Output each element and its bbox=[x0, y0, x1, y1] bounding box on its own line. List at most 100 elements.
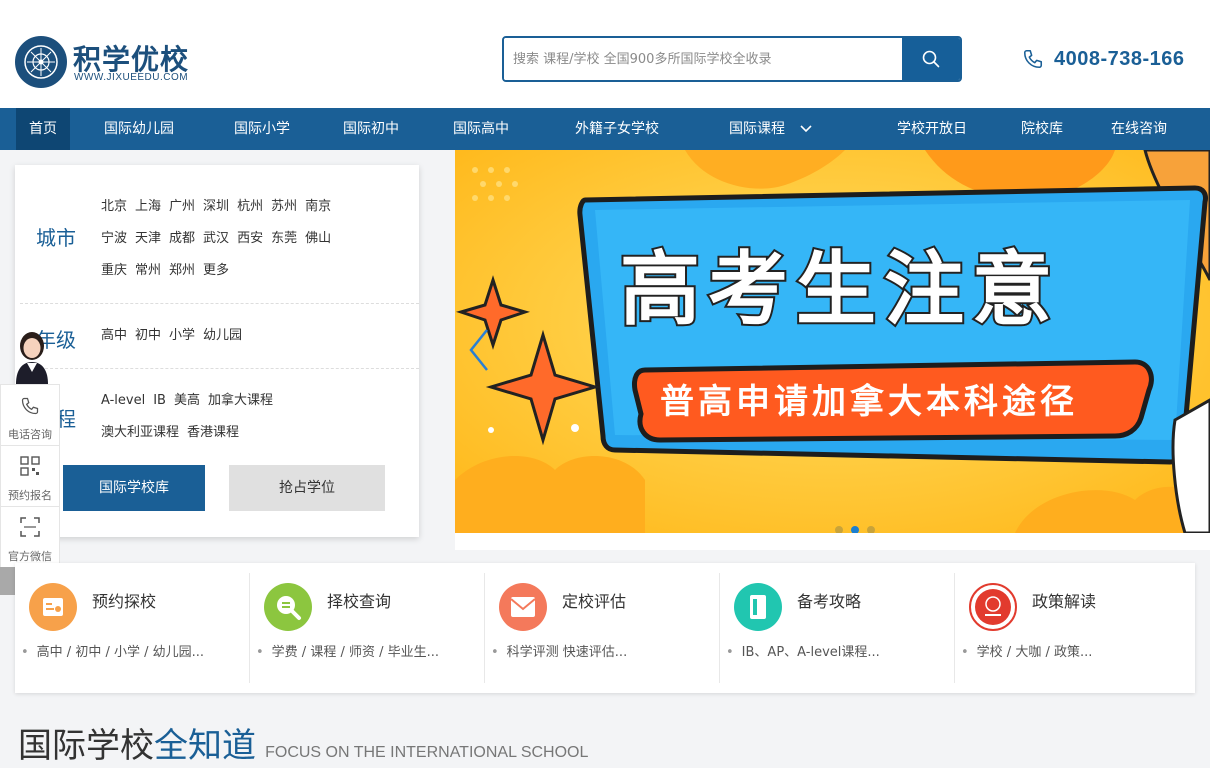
service-cards: 预约探校 高中 / 初中 / 小学 / 幼儿园... 择校查询 学费 / 课程 … bbox=[15, 563, 1195, 693]
city-link[interactable]: 郑州 bbox=[169, 263, 195, 278]
city-link[interactable]: 成都 bbox=[169, 231, 195, 246]
float-label: 预约报名 bbox=[8, 489, 52, 502]
course-link[interactable]: IB bbox=[153, 393, 166, 408]
course-link[interactable]: 美高 bbox=[174, 393, 200, 408]
service-card-query[interactable]: 择校查询 学费 / 课程 / 师资 / 毕业生... bbox=[250, 573, 485, 683]
city-link[interactable]: 南京 bbox=[305, 199, 331, 214]
reserve-seat-button[interactable]: 抢占学位 bbox=[229, 465, 385, 511]
course-link[interactable]: A-level bbox=[101, 393, 145, 408]
grade-links: 高中 初中 小学 幼儿园 bbox=[101, 320, 401, 352]
filter-panel: 城市 北京 上海 广州 深圳 杭州 苏州 南京 宁波 天津 成都 武汉 西安 东莞 佛山 重庆 常州 郑州更… bbox=[15, 165, 419, 537]
city-link[interactable]: 苏州 bbox=[271, 199, 297, 214]
qrcode-icon bbox=[20, 456, 40, 476]
logo-url: WWW.JIXUEEDU.COM bbox=[74, 72, 189, 83]
logo[interactable]: 积学优校 WWW.JIXUEEDU.COM bbox=[15, 36, 195, 88]
city-link[interactable]: 上海 bbox=[135, 199, 161, 214]
grade-link[interactable]: 高中 bbox=[101, 328, 127, 343]
main-nav: 首页 国际幼儿园 国际小学 国际初中 国际高中 外籍子女学校 国际课程 学校开放… bbox=[0, 108, 1210, 150]
nav-item-online-consult[interactable]: 在线咨询 bbox=[1103, 108, 1175, 150]
service-card-policy[interactable]: 政策解读 学校 / 大咖 / 政策... bbox=[955, 573, 1190, 683]
city-link[interactable]: 东莞 bbox=[271, 231, 297, 246]
search-input[interactable] bbox=[504, 38, 904, 80]
course-link[interactable]: 香港课程 bbox=[187, 425, 239, 440]
header: 积学优校 WWW.JIXUEEDU.COM 4008-738-166 bbox=[0, 0, 1210, 108]
city-link[interactable]: 西安 bbox=[237, 231, 263, 246]
nav-item-school-library[interactable]: 院校库 bbox=[1012, 108, 1072, 150]
banner-subtitle: 普高申请加拿大本科途径 bbox=[660, 382, 1078, 422]
service-title: 政策解读 bbox=[1032, 592, 1097, 611]
service-desc: 学校 / 大咖 / 政策... bbox=[961, 641, 1093, 660]
school-library-button[interactable]: 国际学校库 bbox=[63, 465, 205, 511]
course-links: A-level IB 美高 加拿大课程 澳大利亚课程 香港课程 bbox=[101, 385, 401, 449]
banner-title: 高考生注意 bbox=[618, 241, 1060, 338]
grade-link[interactable]: 小学 bbox=[169, 328, 195, 343]
nav-item-senior[interactable]: 国际高中 bbox=[443, 108, 519, 150]
banner-dot-3[interactable] bbox=[867, 526, 875, 533]
service-card-visit[interactable]: 预约探校 高中 / 初中 / 小学 / 幼儿园... bbox=[15, 573, 250, 683]
city-link[interactable]: 宁波 bbox=[101, 231, 127, 246]
city-link[interactable]: 武汉 bbox=[203, 231, 229, 246]
city-link[interactable]: 深圳 bbox=[203, 199, 229, 214]
service-desc: IB、AP、A-level课程... bbox=[726, 641, 880, 660]
city-more-link[interactable]: 更多 bbox=[203, 263, 229, 278]
course-link[interactable]: 加拿大课程 bbox=[208, 393, 273, 408]
banner-bottom-strip bbox=[455, 533, 1210, 550]
city-link[interactable]: 北京 bbox=[101, 199, 127, 214]
service-card-assess[interactable]: 定校评估 科学评测 快速评估... bbox=[485, 573, 720, 683]
chevron-down-icon bbox=[800, 125, 813, 133]
service-desc: 高中 / 初中 / 小学 / 幼儿园... bbox=[21, 641, 204, 660]
search-button[interactable] bbox=[902, 38, 960, 80]
banner-artwork bbox=[455, 150, 1210, 533]
phone-number[interactable]: 4008-738-166 bbox=[1054, 48, 1185, 71]
divider bbox=[20, 303, 419, 304]
booking-button[interactable]: 预约报名 bbox=[1, 446, 59, 507]
nav-item-courses[interactable]: 国际课程 bbox=[729, 108, 833, 150]
search-icon bbox=[264, 583, 312, 631]
phone-icon bbox=[21, 397, 39, 415]
section-heading: 国际学校全知道 FOCUS ON THE INTERNATIONAL SCHOO… bbox=[18, 718, 588, 766]
search-box bbox=[502, 36, 962, 82]
city-link[interactable]: 佛山 bbox=[305, 231, 331, 246]
grade-link[interactable]: 初中 bbox=[135, 328, 161, 343]
nav-item-primary[interactable]: 国际小学 bbox=[222, 108, 302, 150]
banner-dot-1[interactable] bbox=[835, 526, 843, 533]
float-label: 官方微信 bbox=[8, 550, 52, 563]
service-title: 预约探校 bbox=[92, 592, 157, 611]
phone-consult-button[interactable]: 电话咨询 bbox=[1, 385, 59, 446]
offer-icon bbox=[499, 583, 547, 631]
badge-icon bbox=[969, 583, 1017, 631]
page: 积学优校 WWW.JIXUEEDU.COM 4008-738-166 首页 国际… bbox=[0, 0, 1210, 768]
book-icon bbox=[734, 583, 782, 631]
service-desc: 科学评测 快速评估... bbox=[491, 641, 628, 660]
city-link[interactable]: 常州 bbox=[135, 263, 161, 278]
nav-item-home[interactable]: 首页 bbox=[16, 108, 70, 150]
service-title: 择校查询 bbox=[327, 592, 392, 611]
city-link[interactable]: 重庆 bbox=[101, 263, 127, 278]
calendar-icon bbox=[29, 583, 77, 631]
hero-banner[interactable]: 高考生注意 普高申请加拿大本科途径 bbox=[455, 150, 1210, 533]
service-card-guide[interactable]: 备考攻略 IB、AP、A-level课程... bbox=[720, 573, 955, 683]
scan-icon bbox=[20, 517, 40, 537]
section-title-en: FOCUS ON THE INTERNATIONAL SCHOOL bbox=[265, 744, 589, 761]
banner-prev-arrow-icon[interactable] bbox=[467, 328, 491, 372]
hotline: 4008-738-166 bbox=[1022, 44, 1185, 74]
city-link[interactable]: 杭州 bbox=[237, 199, 263, 214]
grade-link[interactable]: 幼儿园 bbox=[203, 328, 242, 343]
city-links: 北京 上海 广州 深圳 杭州 苏州 南京 宁波 天津 成都 武汉 西安 东莞 佛山 重庆 常州 郑州 更多 bbox=[101, 191, 401, 287]
banner-dot-2[interactable] bbox=[851, 526, 859, 533]
divider bbox=[20, 368, 419, 369]
logo-emblem-icon bbox=[15, 36, 67, 88]
city-link[interactable]: 广州 bbox=[169, 199, 195, 214]
nav-item-open-day[interactable]: 学校开放日 bbox=[887, 108, 977, 150]
official-wechat-button[interactable]: 官方微信 bbox=[1, 507, 59, 568]
section-title-b: 全知道 bbox=[154, 726, 256, 766]
consultant-avatar[interactable] bbox=[12, 330, 52, 384]
service-title: 定校评估 bbox=[562, 592, 627, 611]
nav-item-expat-schools[interactable]: 外籍子女学校 bbox=[565, 108, 669, 150]
phone-icon bbox=[1023, 49, 1043, 69]
nav-item-junior[interactable]: 国际初中 bbox=[333, 108, 409, 150]
service-title: 备考攻略 bbox=[797, 592, 862, 611]
course-link[interactable]: 澳大利亚课程 bbox=[101, 425, 179, 440]
city-link[interactable]: 天津 bbox=[135, 231, 161, 246]
nav-item-kindergarten[interactable]: 国际幼儿园 bbox=[92, 108, 186, 150]
